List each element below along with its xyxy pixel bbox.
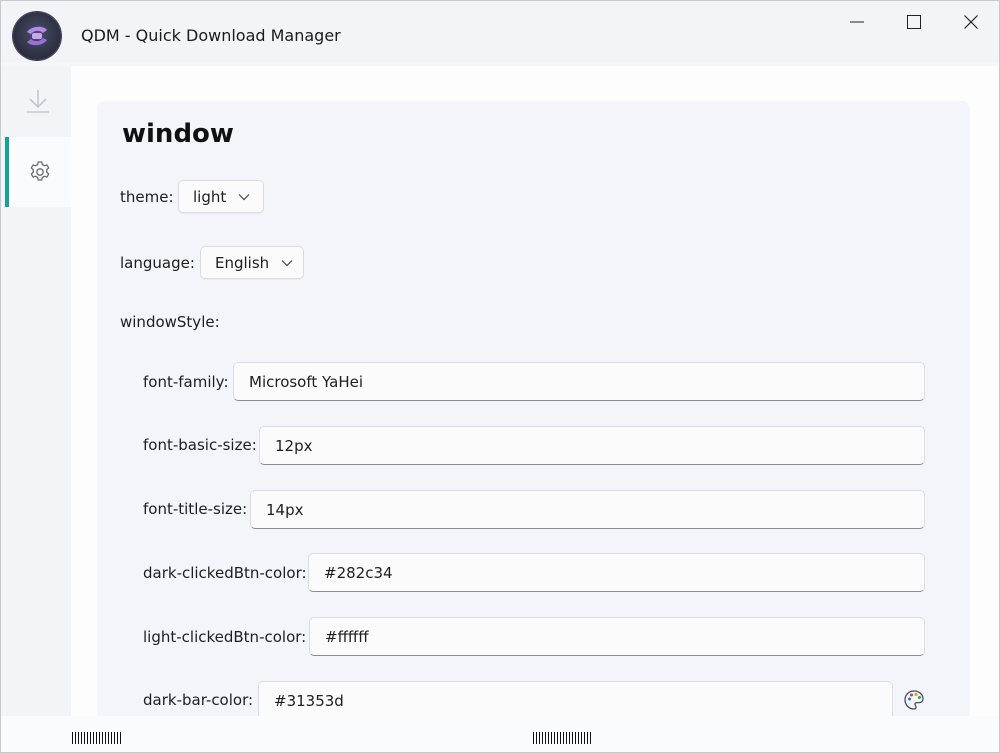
section-title: window (122, 119, 234, 149)
chevron-down-icon (238, 193, 250, 200)
sidebar-item-settings[interactable] (5, 137, 71, 207)
light-clicked-btn-color-label: light-clickedBtn-color: (143, 628, 307, 646)
language-select[interactable]: English (200, 246, 304, 279)
title-bar[interactable]: QDM - Quick Download Manager (1, 1, 999, 63)
dark-clicked-btn-color-label: dark-clickedBtn-color: (143, 564, 307, 582)
dark-bar-color-label: dark-bar-color: (143, 691, 254, 709)
font-title-size-input[interactable]: 14px (250, 490, 925, 529)
dark-clicked-btn-color-input[interactable]: #282c34 (308, 553, 925, 592)
scroll-marker-left (72, 732, 121, 744)
dark-bar-color-input[interactable]: #31353d (258, 681, 893, 720)
app-logo (13, 12, 61, 60)
maximize-icon (907, 15, 921, 29)
minimize-icon (850, 21, 864, 23)
light-clicked-btn-color-input[interactable]: #ffffff (309, 617, 925, 656)
maximize-button[interactable] (891, 7, 937, 37)
download-icon (27, 90, 49, 113)
theme-label: theme: (120, 188, 174, 206)
status-bar (1, 716, 999, 752)
font-family-label: font-family: (143, 373, 229, 391)
window-style-label: windowStyle: (120, 313, 220, 331)
theme-value: light (193, 187, 227, 206)
sidebar-item-downloads[interactable] (5, 66, 71, 136)
window-title: QDM - Quick Download Manager (81, 26, 341, 45)
chevron-down-icon (281, 259, 293, 266)
font-title-size-label: font-title-size: (143, 500, 248, 518)
theme-select[interactable]: light (178, 180, 264, 213)
font-basic-size-input[interactable]: 12px (259, 426, 925, 465)
sidebar (1, 66, 71, 716)
scroll-marker-right (533, 732, 591, 744)
language-label: language: (120, 254, 195, 272)
font-family-input[interactable]: Microsoft YaHei (233, 362, 925, 401)
language-value: English (215, 253, 270, 272)
gear-icon (30, 161, 50, 181)
close-button[interactable] (948, 7, 994, 37)
close-icon (964, 15, 978, 29)
color-palette-icon[interactable] (903, 689, 925, 711)
minimize-button[interactable] (834, 7, 880, 37)
app-window: QDM - Quick Download Manager window them… (0, 0, 1000, 753)
font-basic-size-label: font-basic-size: (143, 436, 257, 454)
